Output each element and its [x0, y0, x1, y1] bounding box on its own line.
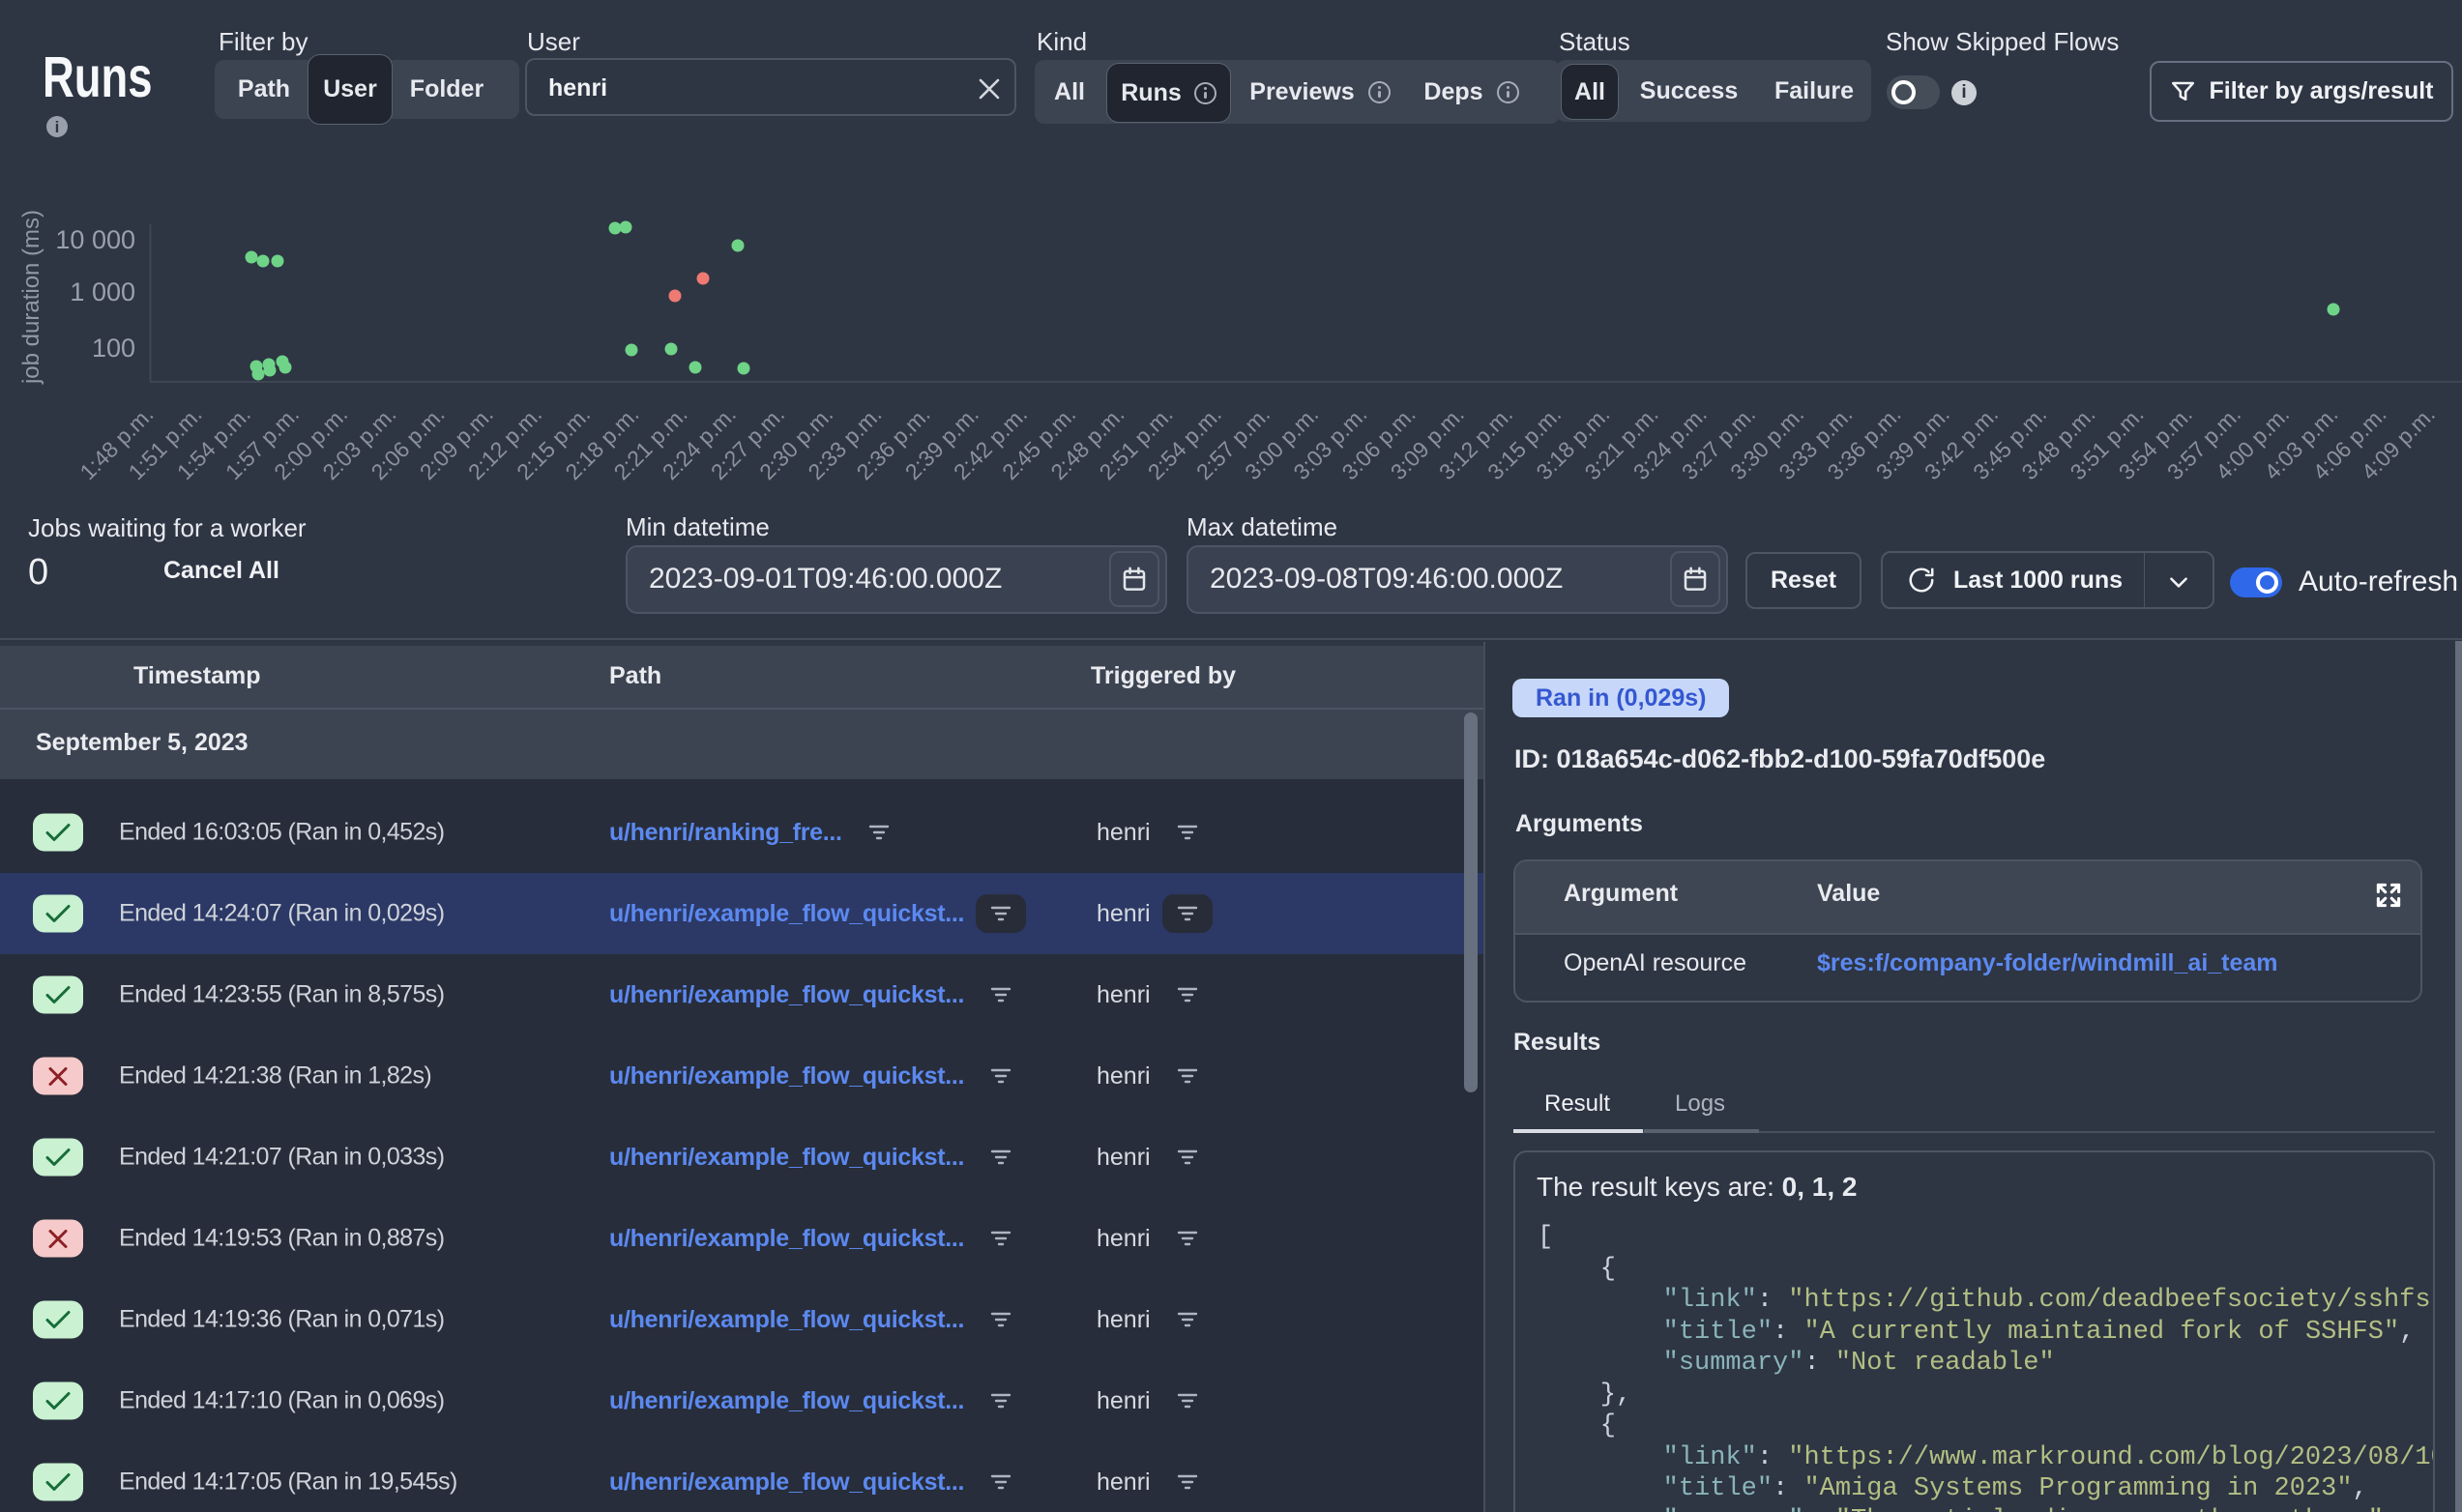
svg-text:100: 100: [92, 334, 135, 363]
svg-text:1 000: 1 000: [70, 277, 135, 306]
svg-text:10 000: 10 000: [55, 225, 135, 254]
svg-text:job duration (ms): job duration (ms): [18, 210, 44, 385]
